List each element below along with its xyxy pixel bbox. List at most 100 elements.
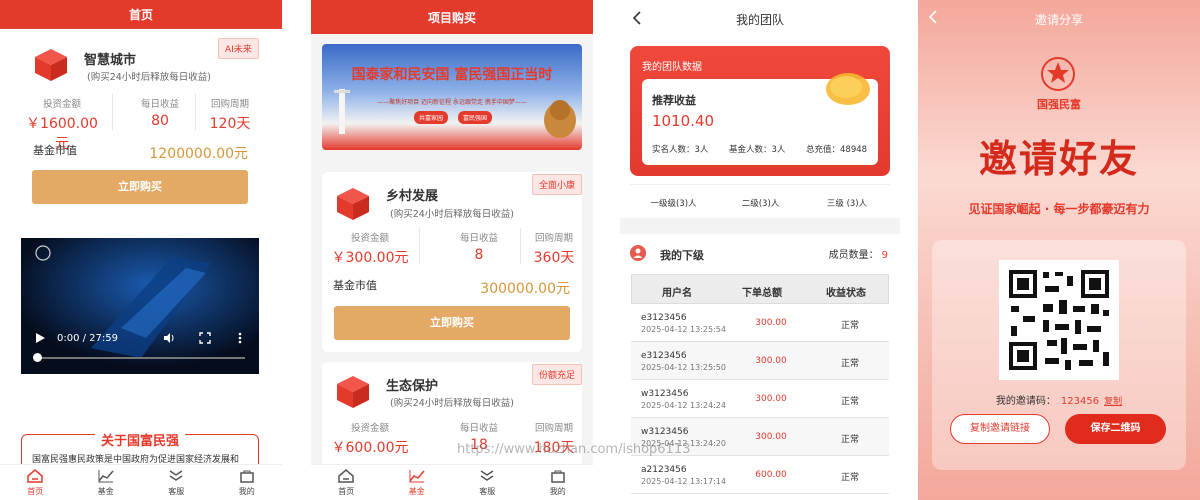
invite-share-screen: 邀请分享 国强民富 邀请好友 见证国家崛起 · 每一步都豪迈有力 我的邀请码： 1… — [918, 0, 1200, 500]
invite-slogan: 见证国家崛起 · 每一步都豪迈有力 — [968, 202, 1150, 216]
video-frame — [21, 238, 259, 374]
watermark: https://www.huzhan.com/ishop6113 — [457, 442, 691, 457]
user-icon — [630, 245, 646, 261]
my-team-screen: 我的团队 我的团队数据 推荐收益 1010.40 实名人数：3人 基金人数：3人… — [620, 0, 900, 500]
product-subtitle: (购买24小时后释放每日收益) — [87, 72, 212, 83]
volume-icon[interactable] — [163, 332, 175, 344]
bottom-tabbar: 首页 基金 客服 我的 — [311, 464, 593, 500]
divider — [419, 228, 420, 264]
cube-icon — [337, 188, 369, 220]
subordinate-title: 我的下级 — [660, 249, 704, 262]
fund-label: 基金市值 — [333, 279, 377, 292]
service-icon — [480, 469, 494, 481]
fund-label: 基金市值 — [33, 144, 77, 157]
chart-icon — [98, 469, 114, 482]
tab-mine[interactable]: 我的 — [212, 465, 283, 500]
page-title: 项目购买 — [311, 0, 593, 34]
table-row: w3123456 2025-04-12 13:24:24 300.00 正常 — [631, 380, 889, 418]
divider — [112, 94, 113, 130]
page-title: 我的团队 — [735, 13, 784, 27]
team-data-title: 我的团队数据 — [642, 62, 702, 73]
bag-icon — [551, 470, 565, 483]
invite-code-row: 我的邀请码： 123456 复制 — [995, 396, 1123, 407]
invite-card: 我的邀请码： 123456 复制 复制邀请链接 保存二维码 — [932, 240, 1186, 470]
fund-value: 300000.00元 — [480, 281, 570, 297]
tab-home[interactable]: 首页 — [311, 465, 382, 500]
cube-icon — [337, 376, 369, 408]
stat-daily: 每日收益 80 — [140, 99, 179, 129]
table-row: e3123456 2025-04-12 13:25:54 300.00 正常 — [631, 304, 889, 342]
subordinate-section: 我的下级 成员数量： 9 用户名 下单总额 收益状态 e3123456 2025-0… — [620, 234, 900, 500]
col-amount: 下单总额 — [742, 288, 782, 299]
more-icon[interactable] — [237, 332, 243, 344]
realname-count: 实名人数：3人 — [652, 145, 709, 155]
cube-icon — [35, 49, 67, 81]
video-time: 0:00 / 27:59 — [57, 333, 119, 344]
national-emblem-icon — [1041, 57, 1075, 91]
promo-banner[interactable]: 国泰家和民安国 富民强国正当时 ——聚焦好项目 迈向新征程 永远跟党走 携手中国… — [322, 44, 582, 150]
page-title: 邀请分享 — [1034, 13, 1083, 27]
tab-mine[interactable]: 我的 — [523, 465, 594, 500]
qr-code-image — [999, 260, 1119, 380]
product-name: 乡村发展 — [386, 189, 439, 204]
product-subtitle: (购买24小时后释放每日收益) — [390, 209, 515, 220]
table-row: a2123456 2025-04-12 13:17:14 600.00 正常 — [631, 456, 889, 494]
product-badge: 全面小康 — [531, 174, 582, 195]
stat-invest: 投资金额 ￥600.00元 — [331, 423, 409, 456]
member-count: 成员数量： 9 — [828, 250, 888, 261]
stat-invest: 投资金额 ￥300.00元 — [331, 233, 409, 266]
col-username: 用户名 — [662, 288, 692, 299]
invite-headline: 邀请好友 — [978, 137, 1139, 181]
tab-fund[interactable]: 基金 — [71, 465, 142, 500]
banner-tag-2: 富民强国 — [458, 111, 493, 124]
nav-bar: 我的团队 — [620, 0, 900, 38]
pillar-image — [334, 89, 350, 134]
home-screen: 首页 智慧城市 (购买24小时后释放每日收益) AI未来 投资金额 ￥1600.0… — [0, 0, 282, 500]
fullscreen-icon[interactable] — [199, 332, 211, 344]
tab-service[interactable]: 客服 — [141, 465, 212, 500]
stat-cycle: 回购周期 120天 — [209, 99, 251, 132]
coins-icon — [826, 73, 870, 105]
service-icon — [169, 469, 183, 481]
col-status: 收益状态 — [826, 288, 866, 299]
chart-icon — [409, 469, 425, 482]
recommend-label: 推荐收益 — [652, 94, 696, 107]
product-badge: AI未来 — [218, 38, 259, 59]
banner-tag-1: 共富家园 — [414, 111, 449, 124]
about-title: 关于国富民强 — [94, 434, 185, 449]
copy-invite-link-button[interactable]: 复制邀请链接 — [950, 414, 1050, 444]
stat-cycle: 回购周期 360天 — [533, 233, 575, 266]
bag-icon — [240, 470, 254, 483]
play-icon[interactable] — [34, 332, 46, 344]
team-data-inner: 推荐收益 1010.40 实名人数：3人 基金人数：3人 总充值：48948 — [642, 73, 878, 165]
page-title: 首页 — [0, 0, 282, 29]
video-progress[interactable] — [35, 357, 245, 359]
tab-service[interactable]: 客服 — [452, 465, 523, 500]
fund-count: 基金人数：3人 — [729, 145, 786, 155]
home-icon — [27, 468, 43, 483]
product-subtitle: (购买24小时后释放每日收益) — [390, 398, 515, 409]
progress-handle[interactable] — [33, 353, 42, 362]
product-badge: 份额充足 — [531, 364, 582, 385]
product-card: 乡村发展 (购买24小时后释放每日收益) 全面小康 投资金额 ￥300.00元 每… — [322, 172, 582, 352]
tab-home[interactable]: 首页 — [0, 465, 71, 500]
video-player[interactable]: 0:00 / 27:59 — [21, 238, 259, 374]
tab-fund[interactable]: 基金 — [382, 465, 453, 500]
brand-name: 国强民富 — [1037, 98, 1081, 111]
buy-button[interactable]: 立即购买 — [32, 170, 248, 204]
bottom-tabbar: 首页 基金 客服 我的 — [0, 464, 282, 500]
banner-headline: 国泰家和民安国 富民强国正当时 — [351, 67, 553, 83]
copy-code-link[interactable]: 复制 — [1104, 397, 1122, 407]
table-header: 用户名 下单总额 收益状态 — [631, 274, 889, 304]
level-tabs: 一级级(3)人 二级(3)人 三级 (3)人 — [630, 184, 890, 216]
fund-value: 1200000.00元 — [149, 146, 248, 162]
level-3-tab[interactable]: 三级 (3)人 — [804, 197, 890, 209]
stat-daily: 每日收益 8 — [459, 233, 498, 263]
save-qr-button[interactable]: 保存二维码 — [1065, 414, 1166, 444]
level-2-tab[interactable]: 二级(3)人 — [717, 197, 804, 209]
level-1-tab[interactable]: 一级级(3)人 — [630, 197, 717, 209]
buy-button[interactable]: 立即购买 — [334, 306, 570, 340]
product-name: 生态保护 — [386, 379, 439, 394]
total-recharge: 总充值：48948 — [806, 145, 868, 155]
recommend-value: 1010.40 — [652, 112, 715, 130]
